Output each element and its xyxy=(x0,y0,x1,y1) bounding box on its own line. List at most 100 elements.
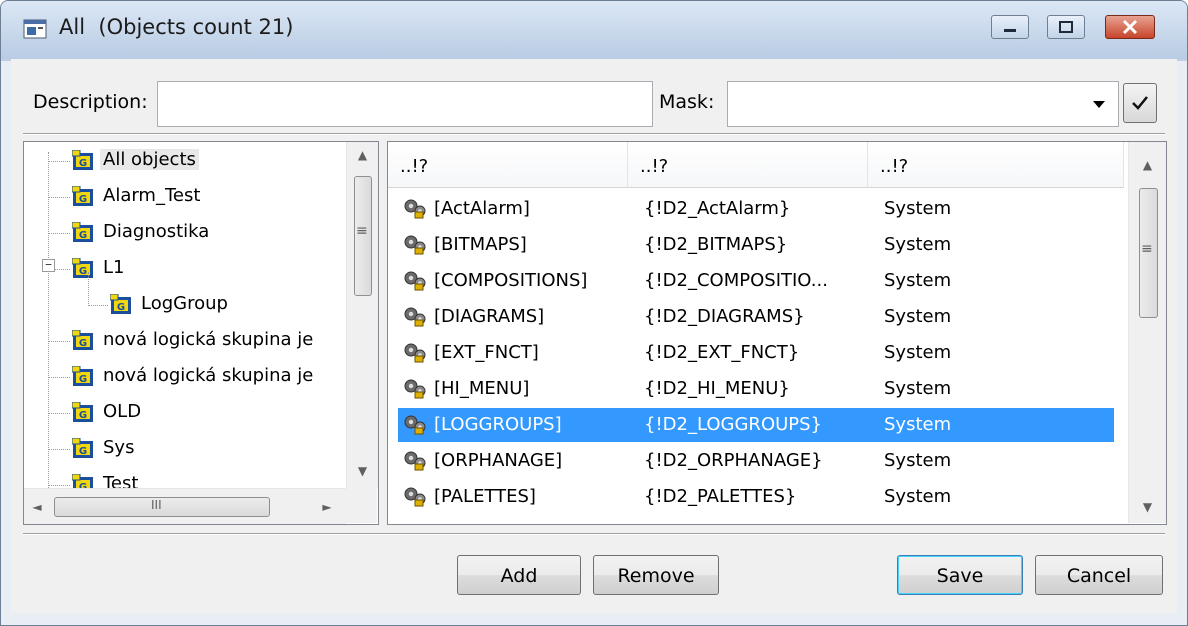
separator-bottom xyxy=(23,533,1165,535)
scroll-left-icon[interactable]: ◄ xyxy=(30,500,44,514)
logic-group-icon: G xyxy=(72,330,93,350)
svg-text:G: G xyxy=(117,302,125,313)
logic-group-icon: G xyxy=(72,438,93,458)
group-tree[interactable]: G All objects G Alarm_Test G Diagnostika G L1 G L… xyxy=(23,141,379,525)
logic-group-icon: G xyxy=(72,186,93,206)
tree-item-label: OLD xyxy=(103,401,142,422)
list-row[interactable]: [DIAGRAMS] {!D2_DIAGRAMS} System xyxy=(398,300,1114,334)
dialog-body: Description: Mask: G All objects G Alarm_Te… xyxy=(11,59,1177,613)
mask-label: Mask: xyxy=(659,91,715,113)
add-button[interactable]: Add xyxy=(457,555,581,595)
list-row[interactable]: [LOGGROUPS] {!D2_LOGGROUPS} System xyxy=(398,408,1114,442)
tree-trunk xyxy=(48,152,49,492)
close-button[interactable] xyxy=(1105,15,1155,39)
hscroll-grip-icon: III xyxy=(151,498,162,512)
scroll-right-icon[interactable]: ► xyxy=(320,500,334,514)
logic-group-icon: G xyxy=(72,150,93,170)
list-row[interactable]: [HI_MENU] {!D2_HI_MENU} System xyxy=(398,372,1114,406)
object-gear-icon xyxy=(404,307,426,327)
svg-text:G: G xyxy=(79,230,87,241)
column-header-id[interactable]: ..!? xyxy=(628,142,868,188)
object-list[interactable]: ..!? ..!? ..!? [ActAlarm] {!D2_ActAlarm} S… xyxy=(387,141,1167,525)
grip-icon: ≡ xyxy=(356,223,368,239)
tree-scroll-thumb[interactable]: ≡ xyxy=(354,176,372,296)
cell-type: System xyxy=(884,342,952,363)
tree-item-label: All objects xyxy=(100,149,199,170)
list-row[interactable]: [BITMAPS] {!D2_BITMAPS} System xyxy=(398,228,1114,262)
chevron-down-icon[interactable] xyxy=(1092,100,1106,109)
tree-vertical-scrollbar[interactable]: ▲ ≡ ▼ xyxy=(346,142,378,488)
cell-name: [ORPHANAGE] xyxy=(434,450,563,471)
cell-type: System xyxy=(884,270,952,291)
cell-id: {!D2_COMPOSITIO... xyxy=(644,270,828,291)
scroll-down-icon[interactable]: ▼ xyxy=(347,464,378,478)
apply-mask-button[interactable] xyxy=(1123,83,1157,123)
checkmark-icon xyxy=(1132,96,1148,110)
svg-text:G: G xyxy=(79,338,87,349)
tree-connector xyxy=(88,305,108,306)
mask-combobox[interactable] xyxy=(727,81,1119,127)
scroll-down-icon[interactable]: ▼ xyxy=(1129,500,1166,514)
list-vertical-scrollbar[interactable]: ▲ ≡ ▼ xyxy=(1128,142,1166,523)
object-gear-icon xyxy=(404,451,426,471)
object-gear-icon xyxy=(404,379,426,399)
separator-top xyxy=(23,133,1165,135)
tree-connector xyxy=(48,377,70,378)
svg-text:G: G xyxy=(79,410,87,421)
cell-id: {!D2_BITMAPS} xyxy=(644,234,788,255)
tree-item-label: L1 xyxy=(103,257,125,278)
list-row[interactable]: [ActAlarm] {!D2_ActAlarm} System xyxy=(398,192,1114,226)
svg-text:G: G xyxy=(79,158,87,169)
cell-type: System xyxy=(884,234,952,255)
cell-name: [HI_MENU] xyxy=(434,378,530,399)
svg-text:G: G xyxy=(79,194,87,205)
tree-connector xyxy=(48,161,70,162)
logic-group-icon: G xyxy=(72,258,93,278)
description-input[interactable] xyxy=(157,81,653,127)
cell-name: [DIAGRAMS] xyxy=(434,306,545,327)
tree-horizontal-scrollbar[interactable]: ◄ III ► xyxy=(24,488,346,524)
minimize-button[interactable] xyxy=(991,15,1029,39)
remove-button[interactable]: Remove xyxy=(593,555,719,595)
cell-id: {!D2_PALETTES} xyxy=(644,486,797,507)
tree-connector xyxy=(48,413,70,414)
grip-icon: ≡ xyxy=(1141,241,1153,257)
maximize-button[interactable] xyxy=(1047,15,1085,39)
tree-item-label: Alarm_Test xyxy=(103,185,201,206)
cell-name: [COMPOSITIONS] xyxy=(434,270,588,291)
column-header-type[interactable]: ..!? xyxy=(868,142,1124,188)
object-gear-icon xyxy=(404,487,426,507)
save-button[interactable]: Save xyxy=(897,555,1023,595)
tree-item-label: LogGroup xyxy=(141,293,228,314)
svg-text:G: G xyxy=(79,446,87,457)
svg-text:G: G xyxy=(79,266,87,277)
logic-group-icon: G xyxy=(72,366,93,386)
object-gear-icon xyxy=(404,415,426,435)
cell-id: {!D2_HI_MENU} xyxy=(644,378,790,399)
scroll-up-icon[interactable]: ▲ xyxy=(1129,158,1166,172)
tree-hscroll-thumb[interactable]: III xyxy=(54,497,270,517)
minimize-icon xyxy=(1004,29,1016,32)
scroll-corner xyxy=(346,488,377,523)
list-row[interactable]: [EXT_FNCT] {!D2_EXT_FNCT} System xyxy=(398,336,1114,370)
collapse-icon[interactable]: − xyxy=(42,259,55,272)
tree-item-label: Diagnostika xyxy=(103,221,210,242)
column-header-name[interactable]: ..!? xyxy=(388,142,628,188)
title-bar[interactable]: All (Objects count 21) xyxy=(1,1,1187,59)
cell-type: System xyxy=(884,306,952,327)
list-row[interactable]: [ORPHANAGE] {!D2_ORPHANAGE} System xyxy=(398,444,1114,478)
cell-type: System xyxy=(884,198,952,219)
list-scroll-thumb[interactable]: ≡ xyxy=(1139,188,1158,318)
object-gear-icon xyxy=(404,199,426,219)
list-row[interactable]: [PALETTES] {!D2_PALETTES} System xyxy=(398,480,1114,514)
maximize-icon xyxy=(1059,21,1073,33)
logic-group-icon: G xyxy=(72,402,93,422)
list-row[interactable]: [COMPOSITIONS] {!D2_COMPOSITIO... System xyxy=(398,264,1114,298)
cell-id: {!D2_EXT_FNCT} xyxy=(644,342,800,363)
tree-item-label: nová logická skupina je xyxy=(103,365,314,386)
cell-type: System xyxy=(884,450,952,471)
cell-id: {!D2_LOGGROUPS} xyxy=(644,414,823,435)
cell-type: System xyxy=(884,378,952,399)
scroll-up-icon[interactable]: ▲ xyxy=(347,148,378,162)
cancel-button[interactable]: Cancel xyxy=(1035,555,1163,595)
